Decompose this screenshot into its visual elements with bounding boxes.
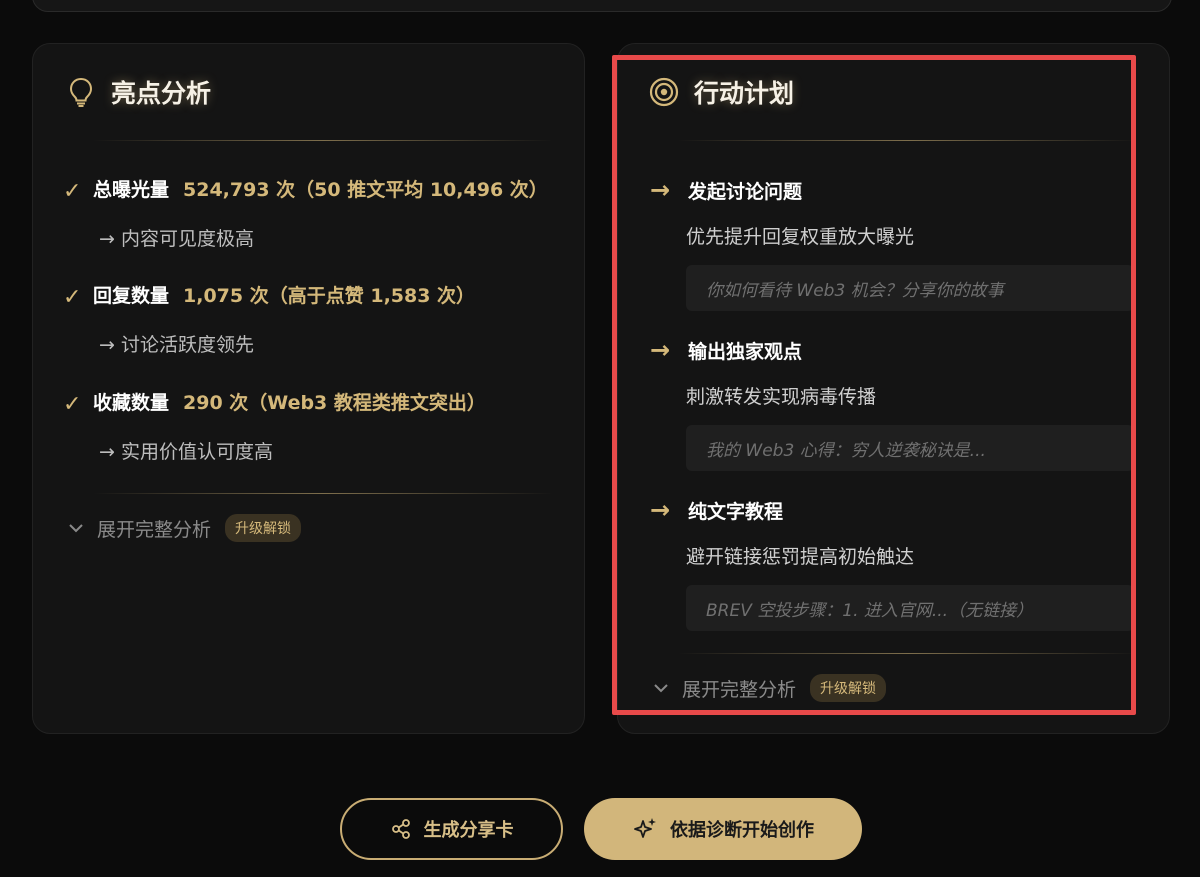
check-icon: ✓ [63, 284, 82, 310]
expand-full-analysis[interactable]: 展开完整分析 升级解锁 [65, 514, 302, 542]
highlight-name: 总曝光量 [93, 178, 170, 201]
action-item: → 纯文字教程 避开链接惩罚提高初始触达 BREV 空投步骤：1. 进入官网..… [650, 496, 1134, 631]
arrow-right-icon: → [650, 176, 671, 204]
expand-label: 展开完整分析 [682, 678, 797, 701]
highlight-item: ✓ 回复数量 1,075 次（高于点赞 1,583 次） → 讨论活跃度领先 [63, 280, 475, 357]
share-button-label: 生成分享卡 [423, 820, 514, 841]
highlight-note: → 讨论活跃度领先 [99, 334, 254, 356]
create-button-label: 依据诊断开始创作 [670, 820, 814, 841]
action-example[interactable]: 你如何看待 Web3 机会？分享你的故事 [686, 265, 1134, 311]
highlight-value: 524,793 次（50 推文平均 10,496 次） [183, 178, 548, 201]
share-card-button[interactable]: 生成分享卡 [340, 798, 563, 860]
highlights-divider-bottom [93, 493, 553, 494]
share-icon [390, 818, 412, 840]
action-example[interactable]: BREV 空投步骤：1. 进入官网...（无链接） [686, 585, 1134, 631]
highlight-name: 回复数量 [93, 284, 170, 307]
highlight-item: ✓ 总曝光量 524,793 次（50 推文平均 10,496 次） → 内容可… [63, 174, 548, 251]
highlights-panel: 亮点分析 ✓ 总曝光量 524,793 次（50 推文平均 10,496 次） … [32, 43, 585, 734]
action-plan-title: 行动计划 [694, 79, 795, 108]
expand-label: 展开完整分析 [97, 518, 212, 541]
action-title: 输出独家观点 [688, 340, 803, 363]
highlight-value: 1,075 次（高于点赞 1,583 次） [183, 284, 476, 307]
start-creating-button[interactable]: 依据诊断开始创作 [584, 798, 862, 860]
action-desc: 刺激转发实现病毒传播 [686, 386, 877, 408]
upgrade-badge[interactable]: 升级解锁 [810, 674, 887, 702]
lightbulb-icon [65, 76, 97, 108]
highlights-divider-top [93, 140, 553, 141]
action-title: 发起讨论问题 [688, 180, 803, 203]
action-item: → 输出独家观点 刺激转发实现病毒传播 我的 Web3 心得：穷人逆袭秘诀是..… [650, 336, 1134, 471]
chevron-down-icon [654, 684, 668, 693]
chevron-down-icon [69, 524, 83, 533]
action-plan-header: 行动计划 [648, 74, 794, 110]
action-plan-divider-bottom [678, 653, 1138, 654]
action-example[interactable]: 我的 Web3 心得：穷人逆袭秘诀是... [686, 425, 1134, 471]
check-icon: ✓ [63, 391, 82, 417]
highlight-note: → 实用价值认可度高 [99, 441, 273, 463]
top-card [32, 0, 1172, 12]
highlights-header: 亮点分析 [65, 74, 211, 110]
highlights-title: 亮点分析 [111, 79, 212, 108]
action-title: 纯文字教程 [688, 500, 784, 523]
highlight-value: 290 次（Web3 教程类推文突出） [183, 391, 486, 414]
expand-full-analysis[interactable]: 展开完整分析 升级解锁 [650, 674, 887, 702]
highlight-item: ✓ 收藏数量 290 次（Web3 教程类推文突出） → 实用价值认可度高 [63, 387, 486, 464]
action-plan-panel: 行动计划 → 发起讨论问题 优先提升回复权重放大曝光 你如何看待 Web3 机会… [617, 43, 1170, 734]
action-item: → 发起讨论问题 优先提升回复权重放大曝光 你如何看待 Web3 机会？分享你的… [650, 176, 1134, 311]
sparkles-icon [632, 816, 658, 842]
highlight-note: → 内容可见度极高 [99, 228, 254, 250]
action-desc: 优先提升回复权重放大曝光 [686, 226, 915, 248]
upgrade-badge[interactable]: 升级解锁 [225, 514, 302, 542]
check-icon: ✓ [63, 178, 82, 204]
highlight-name: 收藏数量 [93, 391, 170, 414]
arrow-right-icon: → [650, 336, 671, 364]
target-icon [648, 76, 680, 108]
action-desc: 避开链接惩罚提高初始触达 [686, 546, 915, 568]
action-plan-divider-top [678, 140, 1138, 141]
arrow-right-icon: → [650, 496, 671, 524]
